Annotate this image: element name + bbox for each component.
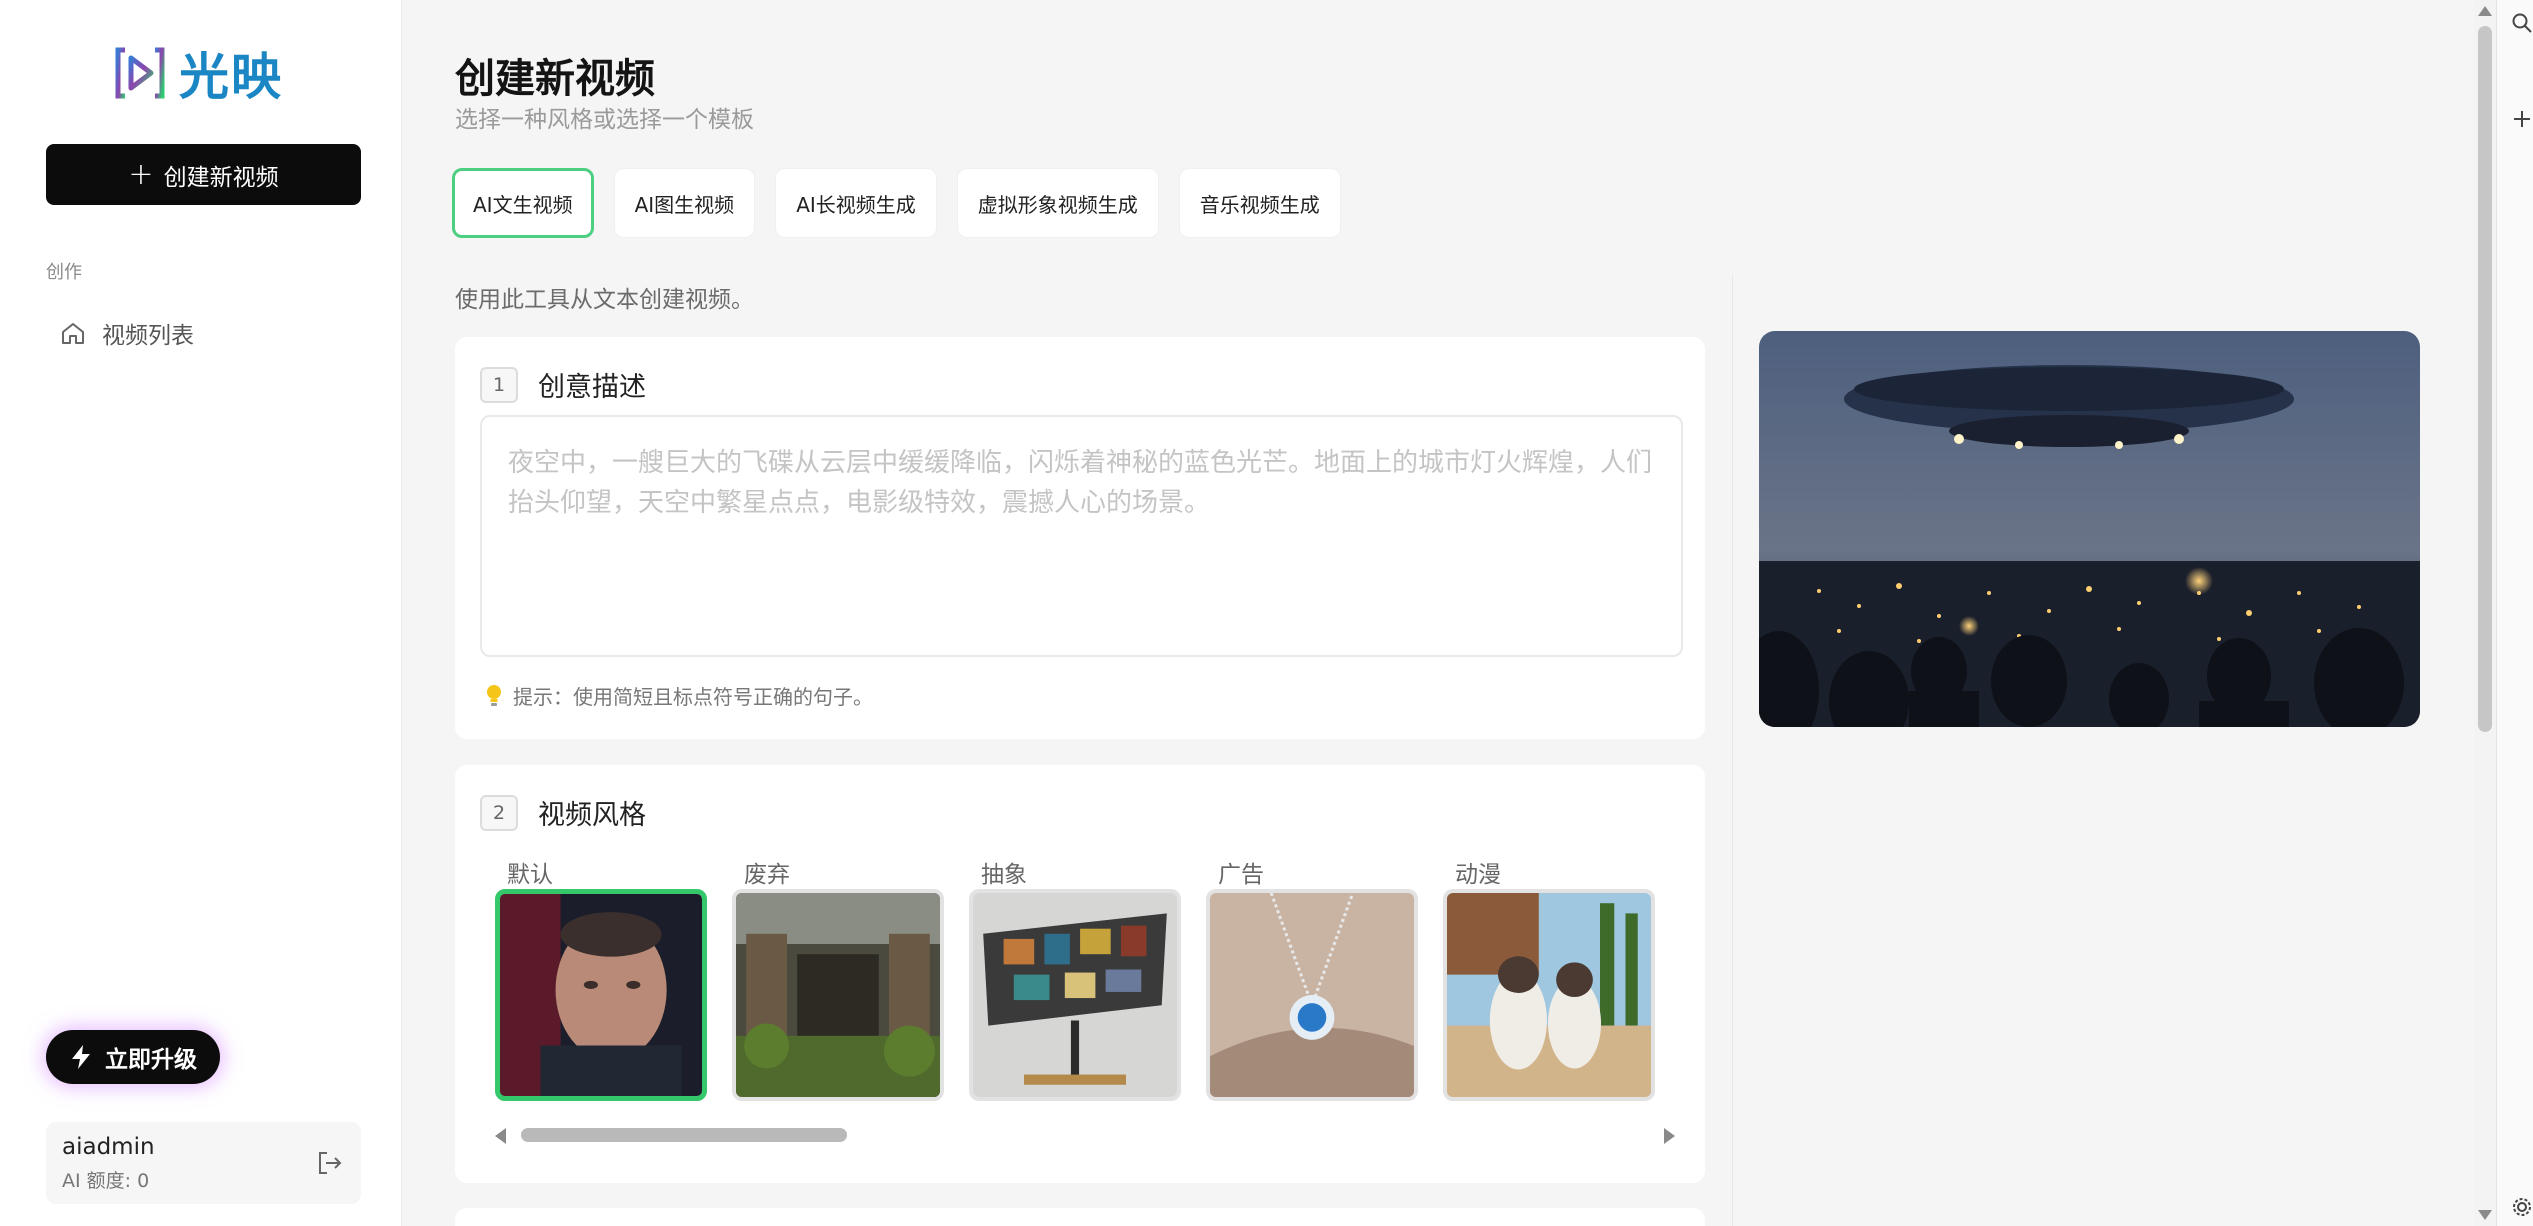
- logout-icon[interactable]: [315, 1148, 345, 1178]
- style-scrollbar[interactable]: [495, 1125, 1675, 1147]
- page-scrollbar-thumb[interactable]: [2478, 26, 2492, 732]
- plus-icon: +: [128, 156, 154, 192]
- style-thumbnail: [1206, 889, 1418, 1101]
- style-label: 广告: [1218, 862, 1264, 888]
- next-step-card: [455, 1208, 1705, 1226]
- lightbulb-icon: [487, 684, 501, 706]
- page-scrollbar[interactable]: [2474, 0, 2496, 1226]
- sidebar: 光映 + 创建新视频 创作 视频列表 立即升级 aiadmin AI 额度: 0: [0, 0, 402, 1226]
- mode-tabs: AI文生视频 AI图生视频 AI长视频生成 虚拟形象视频生成 音乐视频生成: [452, 168, 1341, 238]
- step-title: 创意描述: [538, 372, 646, 403]
- tab-text-to-video[interactable]: AI文生视频: [452, 168, 594, 238]
- style-thumbnail: [969, 889, 1181, 1101]
- preview-image: [1759, 331, 2420, 727]
- style-option-abstract[interactable]: 抽象: [969, 855, 1181, 1101]
- creative-description-card: 1 创意描述 提示：使用简短且标点符号正确的句子。: [455, 337, 1705, 739]
- step-header: 1 创意描述: [480, 365, 646, 404]
- create-video-button[interactable]: + 创建新视频: [46, 144, 361, 205]
- tab-music-video[interactable]: 音乐视频生成: [1178, 168, 1341, 238]
- prompt-input[interactable]: [480, 415, 1683, 657]
- step-number: 2: [480, 794, 518, 831]
- style-label: 动漫: [1455, 862, 1501, 888]
- tab-image-to-video[interactable]: AI图生视频: [613, 168, 756, 238]
- video-style-card: 2 视频风格 默认 废弃 抽象 广告 动漫: [455, 765, 1705, 1183]
- upgrade-label: 立即升级: [105, 1047, 197, 1073]
- tab-long-video[interactable]: AI长视频生成: [775, 168, 937, 238]
- settings-icon[interactable]: [2511, 1196, 2533, 1218]
- add-icon[interactable]: [2511, 108, 2533, 130]
- style-option-abandoned[interactable]: 废弃: [732, 855, 944, 1101]
- logo-icon: [115, 47, 165, 99]
- scroll-up-arrow[interactable]: [2478, 6, 2492, 16]
- logo-text: 光映: [179, 47, 283, 106]
- logo[interactable]: 光映: [115, 42, 283, 106]
- user-quota: AI 额度: 0: [62, 1170, 150, 1192]
- style-option-anime[interactable]: 动漫: [1443, 855, 1655, 1101]
- style-label: 默认: [507, 862, 553, 888]
- prompt-hint: 提示：使用简短且标点符号正确的句子。: [485, 681, 873, 710]
- style-label: 抽象: [981, 862, 1027, 888]
- sidebar-item-video-list[interactable]: 视频列表: [46, 310, 361, 356]
- scroll-down-arrow[interactable]: [2478, 1210, 2492, 1220]
- panel-divider: [1732, 275, 1733, 1226]
- step-title: 视频风格: [538, 800, 646, 831]
- home-icon: [62, 323, 84, 344]
- step-number: 1: [480, 366, 518, 403]
- hint-text: 提示：使用简短且标点符号正确的句子。: [513, 685, 873, 709]
- upgrade-button[interactable]: 立即升级: [46, 1030, 220, 1084]
- style-thumbnail: [1443, 889, 1655, 1101]
- search-icon[interactable]: [2511, 12, 2533, 34]
- style-option-advertisement[interactable]: 广告: [1206, 855, 1418, 1101]
- tool-description: 使用此工具从文本创建视频。: [455, 287, 754, 313]
- scroll-left-arrow[interactable]: [495, 1128, 506, 1144]
- sidebar-item-label: 视频列表: [102, 323, 194, 349]
- browser-side-panel: [2496, 0, 2533, 1226]
- user-card: aiadmin AI 额度: 0: [46, 1122, 361, 1204]
- style-list: 默认 废弃 抽象 广告 动漫: [495, 855, 1655, 1101]
- scroll-right-arrow[interactable]: [1664, 1128, 1675, 1144]
- style-label: 废弃: [744, 862, 790, 888]
- tab-avatar-video[interactable]: 虚拟形象视频生成: [956, 168, 1159, 238]
- create-video-label: 创建新视频: [163, 164, 279, 191]
- style-thumbnail: [495, 889, 707, 1101]
- page-title: 创建新视频: [455, 56, 655, 102]
- page-subtitle: 选择一种风格或选择一个模板: [455, 107, 754, 133]
- style-thumbnail: [732, 889, 944, 1101]
- user-name: aiadmin: [62, 1134, 155, 1160]
- style-option-default[interactable]: 默认: [495, 855, 707, 1101]
- section-label-create: 创作: [46, 262, 82, 283]
- scrollbar-thumb[interactable]: [521, 1128, 847, 1142]
- lightning-icon: [72, 1045, 90, 1069]
- step-header: 2 视频风格: [480, 793, 646, 832]
